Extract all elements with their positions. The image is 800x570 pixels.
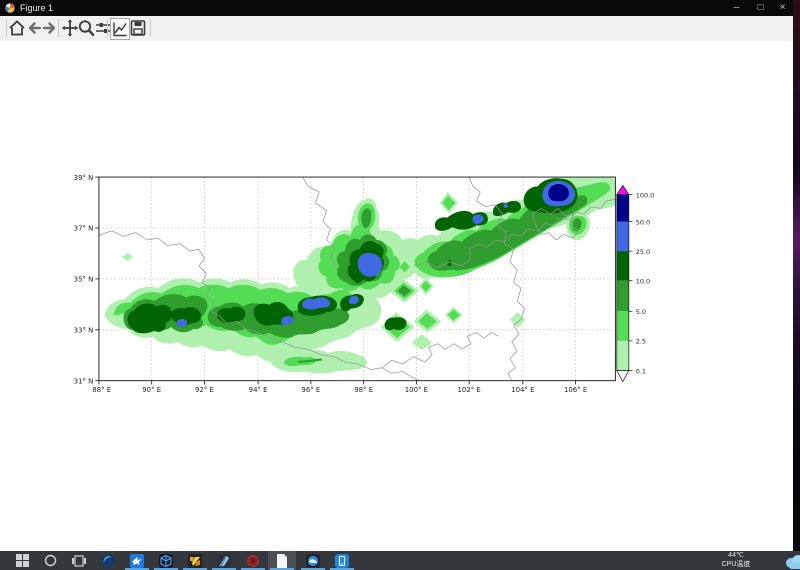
svg-text:104° E: 104° E xyxy=(511,386,534,394)
blue-q-icon xyxy=(306,554,320,568)
customize-plot-button[interactable] xyxy=(110,18,130,40)
home-button[interactable] xyxy=(8,18,26,38)
task-view-button[interactable] xyxy=(65,551,93,570)
svg-text:25.0: 25.0 xyxy=(636,248,650,256)
taskbar-app-gear[interactable] xyxy=(239,551,267,570)
colorbar: 100.0 50.0 25.0 10.0 5.0 2.5 0.1 xyxy=(617,185,655,381)
contour-map-plot: 88° E 90° E 92° E 94° E 96° E 98° E 100°… xyxy=(0,41,793,551)
cpu-temperature-value: 44℃ xyxy=(698,552,774,561)
toolbar-separator xyxy=(58,19,59,37)
svg-text:10.0: 10.0 xyxy=(636,278,650,286)
colorbar-ticks xyxy=(629,195,633,371)
window-title: Figure 1 xyxy=(20,3,53,13)
toolbar-separator xyxy=(150,19,151,37)
orange-zigzag-icon xyxy=(188,554,202,568)
zoom-button[interactable] xyxy=(77,18,95,38)
svg-text:94° E: 94° E xyxy=(249,386,268,394)
search-circle-icon xyxy=(44,554,57,567)
taskbar: 44℃ CPU温度 xyxy=(0,551,800,570)
colorbar-labels: 100.0 50.0 25.0 10.0 5.0 2.5 0.1 xyxy=(636,191,655,375)
forward-button[interactable] xyxy=(41,18,59,38)
photo-pane-icon xyxy=(217,554,231,568)
zoom-icon xyxy=(77,18,95,38)
svg-text:5.0: 5.0 xyxy=(636,308,646,316)
taskbar-app-photos[interactable] xyxy=(210,551,238,570)
svg-text:96° E: 96° E xyxy=(301,386,320,394)
svg-text:88° E: 88° E xyxy=(92,386,111,394)
taskbar-app-pycharm[interactable] xyxy=(181,551,209,570)
home-icon xyxy=(8,18,26,38)
svg-text:31° N: 31° N xyxy=(74,377,94,385)
svg-text:100° E: 100° E xyxy=(405,386,428,394)
taskbar-app-figure-window[interactable] xyxy=(268,551,296,570)
svg-text:2.5: 2.5 xyxy=(636,338,646,346)
mpl-toolbar xyxy=(0,16,793,42)
taskbar-app-cube[interactable] xyxy=(152,551,180,570)
svg-text:50.0: 50.0 xyxy=(636,218,650,226)
desktop: { "window": { "title": "Figure 1", "cont… xyxy=(0,0,800,570)
figure-canvas[interactable]: 88° E 90° E 92° E 94° E 96° E 98° E 100°… xyxy=(0,41,793,551)
system-tray[interactable]: 44℃ CPU温度 xyxy=(698,552,774,569)
x-tick-labels: 88° E 90° E 92° E 94° E 96° E 98° E 100°… xyxy=(92,386,587,394)
forward-arrow-icon xyxy=(41,18,59,38)
matplotlib-logo-icon xyxy=(5,3,15,13)
colorbar-extend-under xyxy=(617,371,629,382)
toolbar-separator xyxy=(107,19,108,37)
save-button[interactable] xyxy=(129,18,147,38)
titlebar[interactable]: Figure 1 – □ × xyxy=(0,0,793,16)
document-icon xyxy=(276,554,288,568)
customize-plot-icon xyxy=(111,19,129,39)
start-button[interactable] xyxy=(8,551,36,570)
save-icon xyxy=(129,18,147,38)
svg-text:35° N: 35° N xyxy=(74,276,94,284)
taskbar-app-quark[interactable] xyxy=(299,551,327,570)
figure-window: Figure 1 – □ × xyxy=(0,0,793,551)
close-button[interactable]: × xyxy=(770,0,795,16)
taskbar-app-browser[interactable] xyxy=(94,551,122,570)
svg-text:106° E: 106° E xyxy=(564,386,587,394)
task-view-icon xyxy=(72,555,86,567)
search-button[interactable] xyxy=(36,551,64,570)
svg-text:98° E: 98° E xyxy=(354,386,373,394)
cube-icon xyxy=(159,554,173,568)
blue-bird-icon xyxy=(130,554,144,568)
svg-text:92° E: 92° E xyxy=(195,386,214,394)
svg-text:39° N: 39° N xyxy=(74,174,94,182)
taskbar-app-messenger[interactable] xyxy=(123,551,151,570)
svg-text:33° N: 33° N xyxy=(74,327,94,335)
svg-text:37° N: 37° N xyxy=(74,225,94,233)
blue-globe-icon xyxy=(101,554,115,568)
svg-text:0.1: 0.1 xyxy=(636,367,646,375)
windows-logo-icon xyxy=(16,554,29,567)
svg-text:90° E: 90° E xyxy=(142,386,161,394)
svg-text:102° E: 102° E xyxy=(458,386,481,394)
minimize-button[interactable]: – xyxy=(724,0,749,16)
y-tick-labels: 39° N 37° N 35° N 33° N 31° N xyxy=(74,174,94,386)
taskbar-app-phone[interactable] xyxy=(328,551,356,570)
weather-cloud-icon[interactable] xyxy=(783,553,800,569)
svg-text:100.0: 100.0 xyxy=(636,191,655,199)
colorbar-extend-over xyxy=(617,185,629,194)
phone-icon xyxy=(335,554,349,568)
toolbar-separator xyxy=(6,19,7,37)
cpu-temperature-label: CPU温度 xyxy=(698,561,774,570)
red-gear-icon xyxy=(246,554,260,568)
